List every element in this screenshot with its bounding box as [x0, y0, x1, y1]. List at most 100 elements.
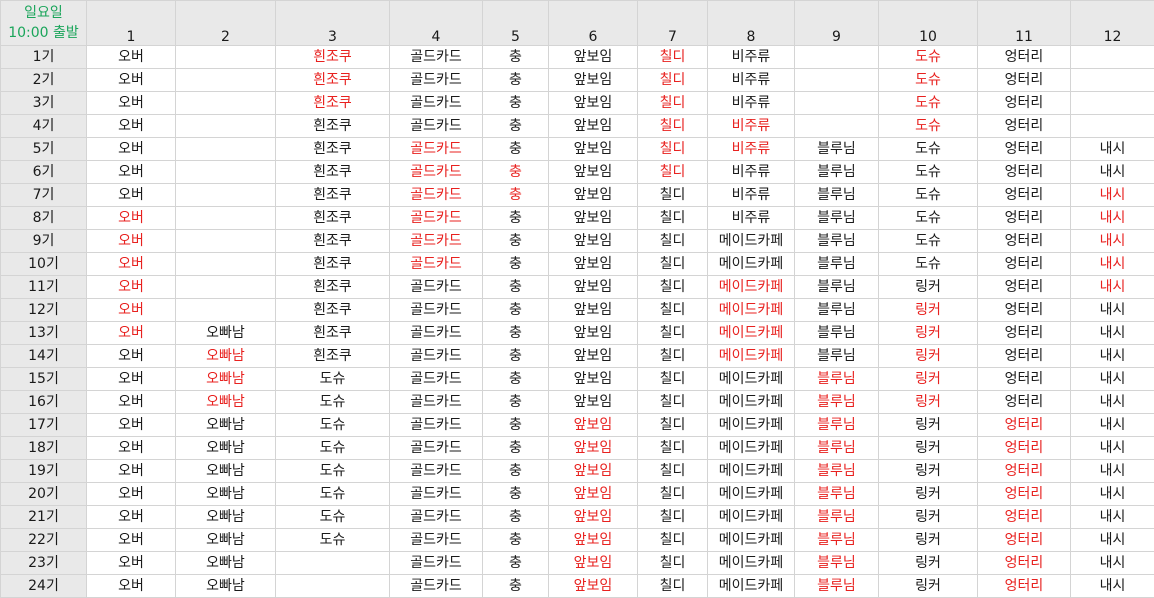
- grid-cell[interactable]: 내시: [1070, 551, 1154, 575]
- grid-cell[interactable]: 링커: [878, 321, 978, 345]
- grid-cell[interactable]: 칠디: [637, 574, 708, 598]
- grid-cell[interactable]: 앞보임: [548, 574, 638, 598]
- grid-cell[interactable]: [275, 574, 390, 598]
- grid-cell[interactable]: 골드카드: [389, 229, 483, 253]
- grid-cell[interactable]: 비주류: [707, 160, 795, 184]
- grid-cell[interactable]: 블루님: [794, 551, 879, 575]
- grid-cell[interactable]: 내시: [1070, 528, 1154, 552]
- grid-cell[interactable]: 메이드카페: [707, 482, 795, 506]
- grid-cell[interactable]: 오빠남: [175, 459, 276, 483]
- grid-cell[interactable]: 앞보임: [548, 551, 638, 575]
- grid-cell[interactable]: 오빠남: [175, 436, 276, 460]
- grid-cell[interactable]: 오빠남: [175, 528, 276, 552]
- row-header[interactable]: 18기: [0, 436, 87, 460]
- grid-cell[interactable]: 골드카드: [389, 91, 483, 115]
- grid-cell[interactable]: 내시: [1070, 574, 1154, 598]
- grid-cell[interactable]: 골드카드: [389, 275, 483, 299]
- grid-cell[interactable]: 메이드카페: [707, 229, 795, 253]
- grid-cell[interactable]: [175, 229, 276, 253]
- grid-cell[interactable]: [175, 183, 276, 207]
- grid-cell[interactable]: 블루님: [794, 298, 879, 322]
- grid-cell[interactable]: 앞보임: [548, 367, 638, 391]
- grid-cell[interactable]: 칠디: [637, 183, 708, 207]
- grid-cell[interactable]: 칠디: [637, 252, 708, 276]
- row-header[interactable]: 14기: [0, 344, 87, 368]
- grid-cell[interactable]: 오버: [86, 413, 176, 437]
- grid-cell[interactable]: 칠디: [637, 298, 708, 322]
- grid-cell[interactable]: 칠디: [637, 229, 708, 253]
- grid-cell[interactable]: [1070, 91, 1154, 115]
- row-header[interactable]: 15기: [0, 367, 87, 391]
- grid-cell[interactable]: 내시: [1070, 459, 1154, 483]
- grid-cell[interactable]: 오버: [86, 436, 176, 460]
- grid-cell[interactable]: [794, 45, 879, 69]
- grid-cell[interactable]: 칠디: [637, 459, 708, 483]
- grid-cell[interactable]: 링커: [878, 482, 978, 506]
- grid-cell[interactable]: 엉터리: [977, 252, 1071, 276]
- row-header[interactable]: 3기: [0, 91, 87, 115]
- grid-cell[interactable]: 엉터리: [977, 367, 1071, 391]
- grid-cell[interactable]: 오버: [86, 91, 176, 115]
- grid-cell[interactable]: 오버: [86, 344, 176, 368]
- grid-cell[interactable]: 앞보임: [548, 183, 638, 207]
- grid-cell[interactable]: 비주류: [707, 45, 795, 69]
- grid-cell[interactable]: 엉터리: [977, 459, 1071, 483]
- grid-cell[interactable]: 링커: [878, 275, 978, 299]
- grid-cell[interactable]: 칠디: [637, 321, 708, 345]
- grid-cell[interactable]: 링커: [878, 390, 978, 414]
- grid-cell[interactable]: 앞보임: [548, 321, 638, 345]
- grid-cell[interactable]: 골드카드: [389, 321, 483, 345]
- grid-cell[interactable]: 칠디: [637, 68, 708, 92]
- grid-cell[interactable]: 링커: [878, 298, 978, 322]
- grid-cell[interactable]: 골드카드: [389, 574, 483, 598]
- row-header[interactable]: 5기: [0, 137, 87, 161]
- grid-cell[interactable]: [794, 114, 879, 138]
- grid-cell[interactable]: 오빠남: [175, 551, 276, 575]
- grid-cell[interactable]: 칠디: [637, 160, 708, 184]
- grid-cell[interactable]: 블루님: [794, 252, 879, 276]
- grid-cell[interactable]: 앞보임: [548, 505, 638, 529]
- column-header-7[interactable]: 7: [637, 0, 708, 46]
- grid-cell[interactable]: [794, 91, 879, 115]
- grid-cell[interactable]: 내시: [1070, 413, 1154, 437]
- row-header[interactable]: 11기: [0, 275, 87, 299]
- row-header[interactable]: 7기: [0, 183, 87, 207]
- grid-cell[interactable]: 오버: [86, 114, 176, 138]
- grid-cell[interactable]: 오버: [86, 367, 176, 391]
- grid-cell[interactable]: 충: [482, 321, 549, 345]
- grid-cell[interactable]: 엉터리: [977, 298, 1071, 322]
- row-header[interactable]: 2기: [0, 68, 87, 92]
- grid-cell[interactable]: 흰조쿠: [275, 275, 390, 299]
- row-header[interactable]: 8기: [0, 206, 87, 230]
- grid-cell[interactable]: 내시: [1070, 367, 1154, 391]
- grid-cell[interactable]: 충: [482, 229, 549, 253]
- grid-cell[interactable]: 오빠남: [175, 413, 276, 437]
- column-header-11[interactable]: 11: [977, 0, 1071, 46]
- grid-cell[interactable]: 골드카드: [389, 436, 483, 460]
- grid-cell[interactable]: 충: [482, 528, 549, 552]
- grid-cell[interactable]: [175, 45, 276, 69]
- grid-cell[interactable]: 엉터리: [977, 505, 1071, 529]
- row-header[interactable]: 24기: [0, 574, 87, 598]
- grid-cell[interactable]: 충: [482, 574, 549, 598]
- grid-cell[interactable]: 엉터리: [977, 551, 1071, 575]
- grid-cell[interactable]: [794, 68, 879, 92]
- grid-cell[interactable]: 오버: [86, 160, 176, 184]
- grid-cell[interactable]: 앞보임: [548, 229, 638, 253]
- grid-cell[interactable]: 앞보임: [548, 252, 638, 276]
- grid-cell[interactable]: 앞보임: [548, 68, 638, 92]
- grid-cell[interactable]: 충: [482, 482, 549, 506]
- grid-cell[interactable]: 도슈: [275, 367, 390, 391]
- grid-cell[interactable]: 링커: [878, 413, 978, 437]
- grid-cell[interactable]: 도슈: [878, 252, 978, 276]
- grid-cell[interactable]: 골드카드: [389, 344, 483, 368]
- grid-cell[interactable]: 오버: [86, 551, 176, 575]
- grid-cell[interactable]: 칠디: [637, 275, 708, 299]
- grid-cell[interactable]: 링커: [878, 505, 978, 529]
- grid-cell[interactable]: 흰조쿠: [275, 321, 390, 345]
- grid-cell[interactable]: 링커: [878, 551, 978, 575]
- grid-cell[interactable]: 내시: [1070, 344, 1154, 368]
- grid-cell[interactable]: 내시: [1070, 298, 1154, 322]
- grid-cell[interactable]: 도슈: [275, 482, 390, 506]
- grid-cell[interactable]: 메이드카페: [707, 436, 795, 460]
